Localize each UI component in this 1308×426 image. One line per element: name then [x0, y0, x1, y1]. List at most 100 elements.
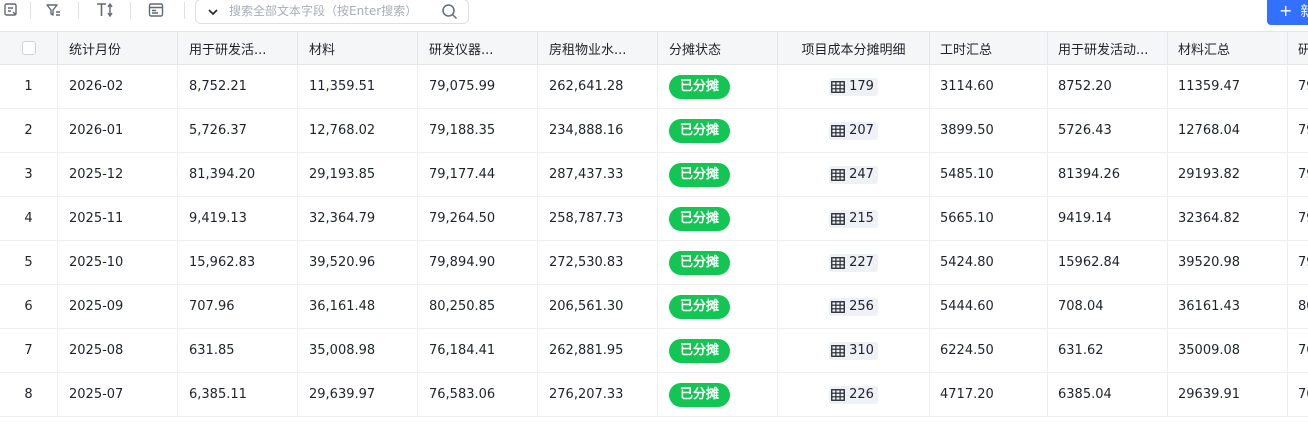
instrument-cell[interactable]: 79,894.90: [418, 241, 538, 284]
status-cell[interactable]: 已分摊: [658, 285, 778, 328]
material-cell[interactable]: 11,359.51: [298, 65, 418, 108]
column-header[interactable]: 房租物业水...: [538, 32, 658, 64]
row-index[interactable]: 5: [0, 241, 58, 284]
column-header[interactable]: 研发仪器...: [418, 32, 538, 64]
column-header[interactable]: 分摊状态: [658, 32, 778, 64]
material-sum-cell[interactable]: 29639.91: [1168, 373, 1288, 416]
rd-use-sum-cell[interactable]: 631.62: [1048, 329, 1168, 372]
table-row[interactable]: 5 2025-10 15,962.83 39,520.96 79,894.90 272,5…: [0, 241, 1308, 285]
rent-cell[interactable]: 276,207.33: [538, 373, 658, 416]
month-cell[interactable]: 2025-11: [58, 197, 178, 240]
material-sum-cell[interactable]: 12768.04: [1168, 109, 1288, 152]
material-cell[interactable]: 12,768.02: [298, 109, 418, 152]
rd-use-cell[interactable]: 5,726.37: [178, 109, 298, 152]
column-header[interactable]: 统计月份: [58, 32, 178, 64]
next-column-cell[interactable]: 79: [1288, 109, 1308, 152]
rent-cell[interactable]: 234,888.16: [538, 109, 658, 152]
material-cell[interactable]: 32,364.79: [298, 197, 418, 240]
column-header[interactable]: 研: [1288, 32, 1308, 64]
instrument-cell[interactable]: 76,583.06: [418, 373, 538, 416]
material-cell[interactable]: 39,520.96: [298, 241, 418, 284]
search-box[interactable]: 搜索全部文本字段（按Enter搜索）: [195, 0, 469, 24]
rd-use-cell[interactable]: 631.85: [178, 329, 298, 372]
month-cell[interactable]: 2026-01: [58, 109, 178, 152]
record-icon[interactable]: [2, 1, 20, 19]
detail-cell[interactable]: 179: [778, 65, 930, 108]
detail-cell[interactable]: 226: [778, 373, 930, 416]
next-column-cell[interactable]: 79: [1288, 197, 1308, 240]
detail-cell[interactable]: 247: [778, 153, 930, 196]
filter-icon[interactable]: [44, 1, 62, 19]
hours-cell[interactable]: 5444.60: [930, 285, 1048, 328]
status-cell[interactable]: 已分摊: [658, 65, 778, 108]
rd-use-cell[interactable]: 9,419.13: [178, 197, 298, 240]
row-index[interactable]: 3: [0, 153, 58, 196]
new-record-button[interactable]: + 新: [1267, 0, 1308, 25]
month-cell[interactable]: 2026-02: [58, 65, 178, 108]
column-header[interactable]: 材料汇总: [1168, 32, 1288, 64]
chevron-down-icon[interactable]: [206, 4, 220, 23]
column-header[interactable]: 工时汇总: [930, 32, 1048, 64]
rd-use-cell[interactable]: 81,394.20: [178, 153, 298, 196]
material-sum-cell[interactable]: 36161.43: [1168, 285, 1288, 328]
material-cell[interactable]: 29,193.85: [298, 153, 418, 196]
table-row[interactable]: 6 2025-09 707.96 36,161.48 80,250.85 206,561.…: [0, 285, 1308, 329]
table-row[interactable]: 2 2026-01 5,726.37 12,768.02 79,188.35 234,88…: [0, 109, 1308, 153]
next-column-cell[interactable]: 76: [1288, 329, 1308, 372]
material-sum-cell[interactable]: 39520.98: [1168, 241, 1288, 284]
rent-cell[interactable]: 206,561.30: [538, 285, 658, 328]
next-column-cell[interactable]: 76: [1288, 373, 1308, 416]
next-column-cell[interactable]: 80: [1288, 285, 1308, 328]
select-all-checkbox[interactable]: [21, 41, 36, 55]
instrument-cell[interactable]: 76,184.41: [418, 329, 538, 372]
rent-cell[interactable]: 287,437.33: [538, 153, 658, 196]
row-index[interactable]: 6: [0, 285, 58, 328]
material-sum-cell[interactable]: 11359.47: [1168, 65, 1288, 108]
linked-records-chip[interactable]: 179: [829, 77, 878, 96]
material-sum-cell[interactable]: 29193.82: [1168, 153, 1288, 196]
status-cell[interactable]: 已分摊: [658, 197, 778, 240]
material-cell[interactable]: 35,008.98: [298, 329, 418, 372]
table-row[interactable]: 1 2026-02 8,752.21 11,359.51 79,075.99 262,64…: [0, 65, 1308, 109]
rent-cell[interactable]: 272,530.83: [538, 241, 658, 284]
status-cell[interactable]: 已分摊: [658, 329, 778, 372]
material-cell[interactable]: 29,639.97: [298, 373, 418, 416]
rd-use-cell[interactable]: 6,385.11: [178, 373, 298, 416]
next-column-cell[interactable]: 79: [1288, 241, 1308, 284]
column-header[interactable]: 用于研发活...: [178, 32, 298, 64]
hours-cell[interactable]: 5665.10: [930, 197, 1048, 240]
next-column-cell[interactable]: 79: [1288, 153, 1308, 196]
linked-records-chip[interactable]: 226: [829, 385, 878, 404]
month-cell[interactable]: 2025-08: [58, 329, 178, 372]
instrument-cell[interactable]: 80,250.85: [418, 285, 538, 328]
rd-use-sum-cell[interactable]: 5726.43: [1048, 109, 1168, 152]
select-all-cell[interactable]: [0, 32, 58, 64]
instrument-cell[interactable]: 79,075.99: [418, 65, 538, 108]
row-index[interactable]: 7: [0, 329, 58, 372]
linked-records-chip[interactable]: 310: [829, 341, 878, 360]
status-cell[interactable]: 已分摊: [658, 241, 778, 284]
linked-records-chip[interactable]: 227: [829, 253, 878, 272]
rent-cell[interactable]: 258,787.73: [538, 197, 658, 240]
table-row[interactable]: 8 2025-07 6,385.11 29,639.97 76,583.06 276,20…: [0, 373, 1308, 417]
table-row[interactable]: 7 2025-08 631.85 35,008.98 76,184.41 262,881.…: [0, 329, 1308, 373]
next-column-cell[interactable]: 79: [1288, 65, 1308, 108]
material-sum-cell[interactable]: 35009.08: [1168, 329, 1288, 372]
material-sum-cell[interactable]: 32364.82: [1168, 197, 1288, 240]
status-cell[interactable]: 已分摊: [658, 109, 778, 152]
month-cell[interactable]: 2025-12: [58, 153, 178, 196]
row-index[interactable]: 4: [0, 197, 58, 240]
row-index[interactable]: 8: [0, 373, 58, 416]
month-cell[interactable]: 2025-09: [58, 285, 178, 328]
rd-use-sum-cell[interactable]: 6385.04: [1048, 373, 1168, 416]
table-row[interactable]: 3 2025-12 81,394.20 29,193.85 79,177.44 287,4…: [0, 153, 1308, 197]
rd-use-cell[interactable]: 8,752.21: [178, 65, 298, 108]
detail-cell[interactable]: 310: [778, 329, 930, 372]
column-header[interactable]: 用于研发活动...: [1048, 32, 1168, 64]
rd-use-cell[interactable]: 707.96: [178, 285, 298, 328]
search-icon[interactable]: [441, 3, 458, 24]
column-header[interactable]: 项目成本分摊明细: [778, 32, 930, 64]
form-icon[interactable]: [147, 1, 165, 19]
search-placeholder[interactable]: 搜索全部文本字段（按Enter搜索）: [229, 3, 417, 19]
rent-cell[interactable]: 262,881.95: [538, 329, 658, 372]
